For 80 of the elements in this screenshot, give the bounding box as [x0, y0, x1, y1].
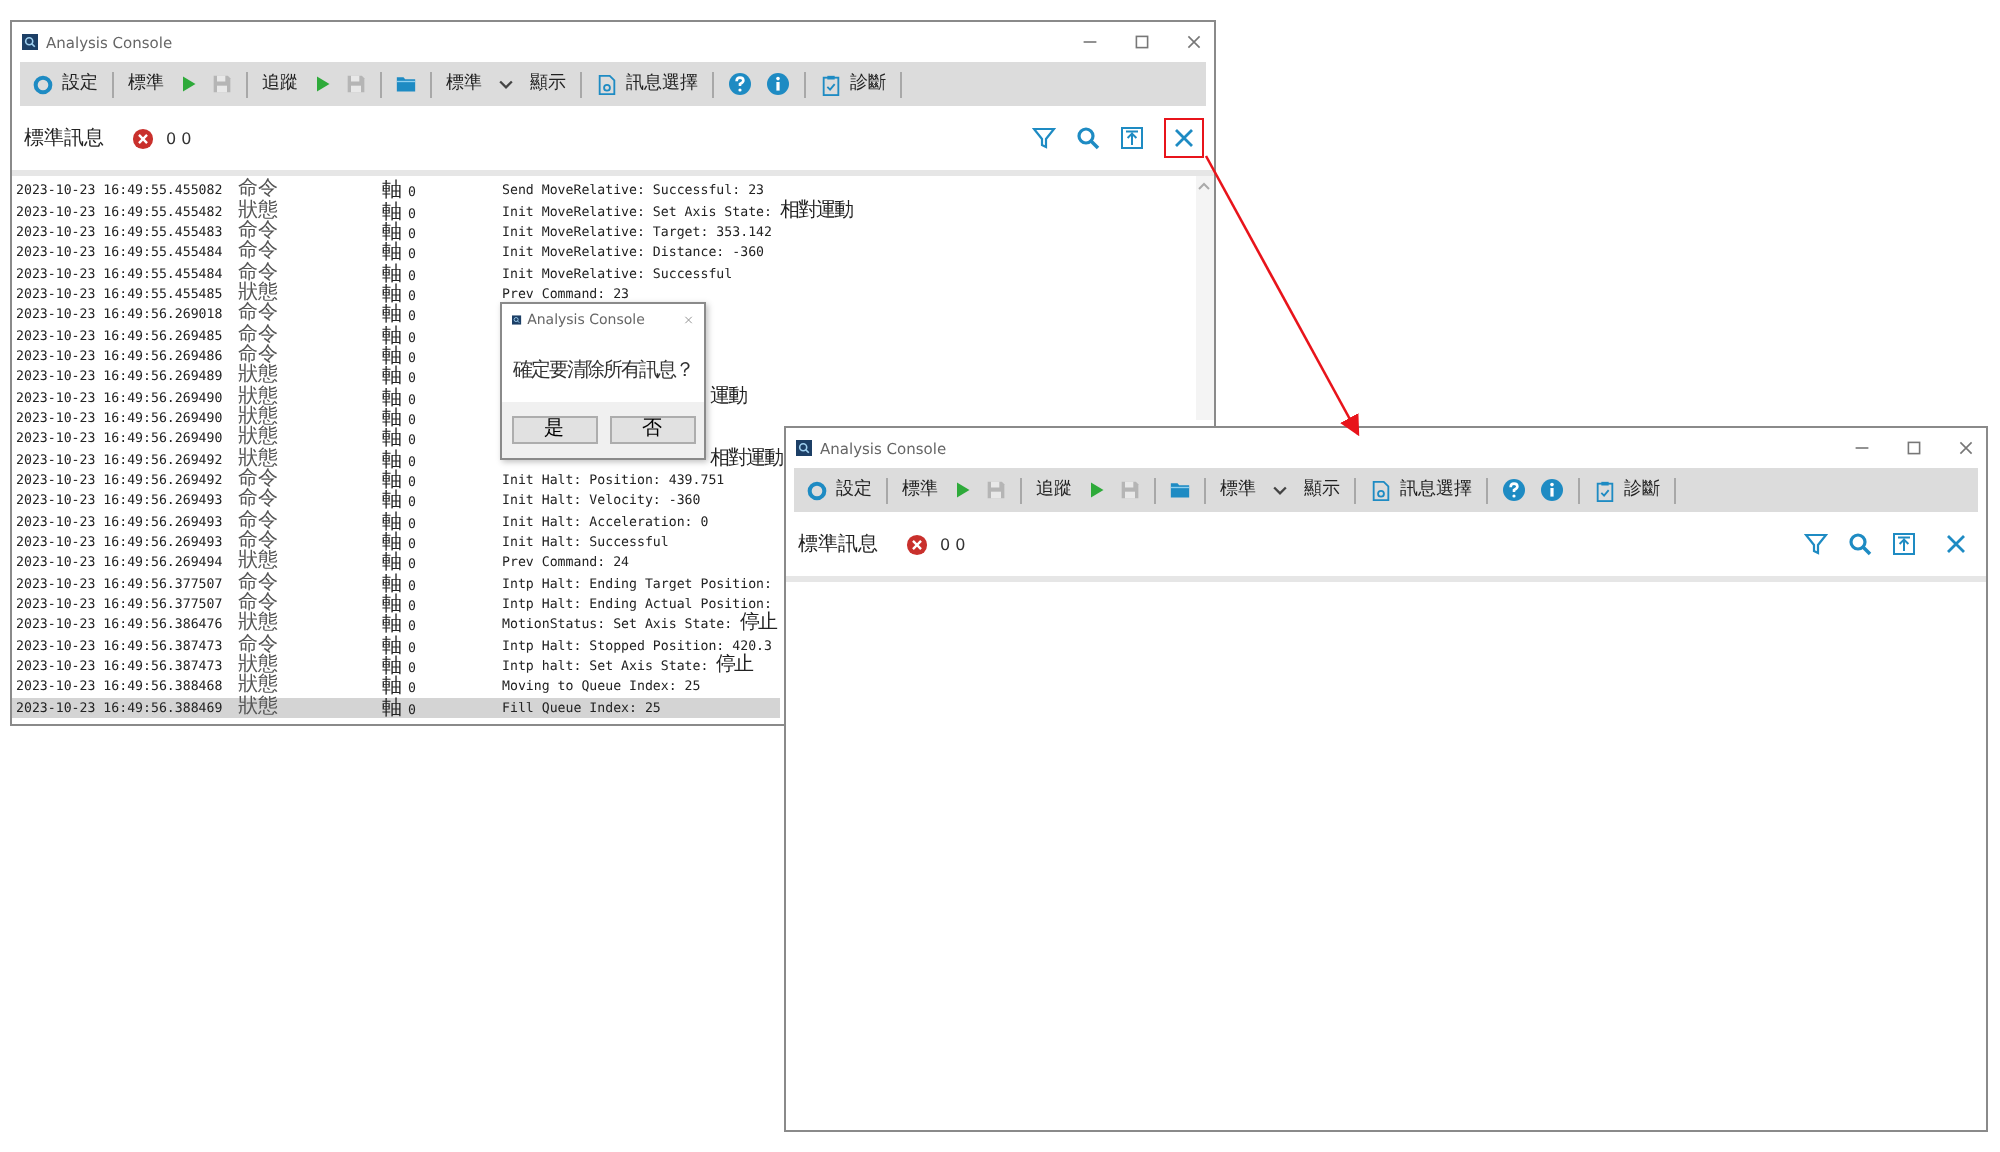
log-type: 命令 [238, 325, 280, 346]
app-icon [512, 312, 522, 328]
dialog-button[interactable]: 否 [609, 416, 695, 444]
log-type: 狀態 [238, 614, 280, 635]
clipboard-icon [820, 73, 842, 95]
diagnostics-button[interactable]: 診斷 [820, 72, 886, 96]
play-icon[interactable] [1086, 480, 1106, 500]
play-icon[interactable] [952, 480, 972, 500]
help-icon[interactable] [1502, 478, 1526, 502]
dialog-message: 確定要清除所有訊息？ [511, 357, 695, 385]
search-icon[interactable] [1076, 126, 1100, 150]
log-type: 命令 [238, 635, 280, 656]
toolbar-button[interactable]: 顯示 [530, 72, 566, 96]
gear-icon [32, 73, 54, 95]
toolbar-button[interactable]: 標準 [128, 72, 164, 96]
log-type: 命令 [238, 573, 280, 594]
dialog-button[interactable]: 是 [511, 416, 597, 444]
toolbar-button[interactable]: 追蹤 [262, 72, 298, 96]
close-icon[interactable] [1186, 34, 1202, 50]
toolbar-button[interactable]: 標準 [902, 478, 938, 502]
diagnostics-button[interactable]: 診斷 [1594, 478, 1660, 502]
log-message: 相對運動 [710, 449, 782, 470]
log-type: 狀態 [238, 428, 280, 449]
log-type: 狀態 [238, 407, 280, 428]
document-icon [596, 73, 618, 95]
close-icon[interactable] [1958, 440, 1974, 456]
toolbar-button[interactable]: 顯示 [1304, 478, 1340, 502]
toolbar-button[interactable]: 標準 [446, 72, 482, 96]
message-select-button[interactable]: 訊息選擇 [1370, 478, 1472, 502]
folder-icon[interactable] [396, 74, 416, 94]
info-icon[interactable] [766, 72, 790, 96]
error-icon [906, 533, 928, 555]
filter-icon[interactable] [1032, 126, 1056, 150]
log-type: 狀態 [238, 449, 280, 470]
log-type: 命令 [238, 242, 280, 263]
error-count: 0 0 [166, 129, 192, 147]
toolbar-button[interactable]: 標準 [1220, 478, 1256, 502]
clipboard-icon [1594, 479, 1616, 501]
document-icon [1370, 479, 1392, 501]
play-icon[interactable] [178, 74, 198, 94]
log-type: 命令 [238, 221, 280, 242]
log-type: 狀態 [238, 552, 280, 573]
export-icon[interactable] [1892, 532, 1916, 556]
scrollbar[interactable] [1196, 176, 1214, 420]
panel-title: 標準訊息 [798, 531, 878, 558]
log-type: 狀態 [238, 201, 280, 222]
settings-button[interactable]: 設定 [32, 72, 98, 96]
maximize-icon[interactable] [1906, 440, 1922, 456]
help-icon[interactable] [728, 72, 752, 96]
error-icon [132, 127, 154, 149]
settings-button[interactable]: 設定 [806, 478, 872, 502]
scroll-up-icon[interactable] [1196, 178, 1212, 194]
app-icon [796, 440, 812, 456]
log-type: 命令 [238, 469, 280, 490]
filter-icon[interactable] [1804, 532, 1828, 556]
search-icon[interactable] [1848, 532, 1872, 556]
folder-icon[interactable] [1170, 480, 1190, 500]
clear-icon[interactable] [1164, 118, 1204, 158]
log-type: 狀態 [238, 387, 280, 408]
info-icon[interactable] [1540, 478, 1564, 502]
panel-title: 標準訊息 [24, 125, 104, 152]
log-message: 運動 [710, 387, 746, 408]
log-type: 命令 [238, 345, 280, 366]
log-type: 命令 [238, 263, 280, 284]
error-count: 0 0 [940, 535, 966, 553]
gear-icon [806, 479, 828, 501]
toolbar-button[interactable]: 追蹤 [1036, 478, 1072, 502]
export-icon[interactable] [1120, 126, 1144, 150]
maximize-icon[interactable] [1134, 34, 1150, 50]
play-icon[interactable] [312, 74, 332, 94]
log-type: 命令 [238, 304, 280, 325]
log-type: 狀態 [238, 697, 280, 718]
log-type: 狀態 [238, 366, 280, 387]
log-type: 命令 [238, 511, 280, 532]
app-icon [22, 34, 38, 50]
log-type: 狀態 [238, 283, 280, 304]
message-select-button[interactable]: 訊息選擇 [596, 72, 698, 96]
log-type: 命令 [238, 490, 280, 511]
log-type: 狀態 [238, 676, 280, 697]
log-type: 命令 [238, 180, 280, 201]
